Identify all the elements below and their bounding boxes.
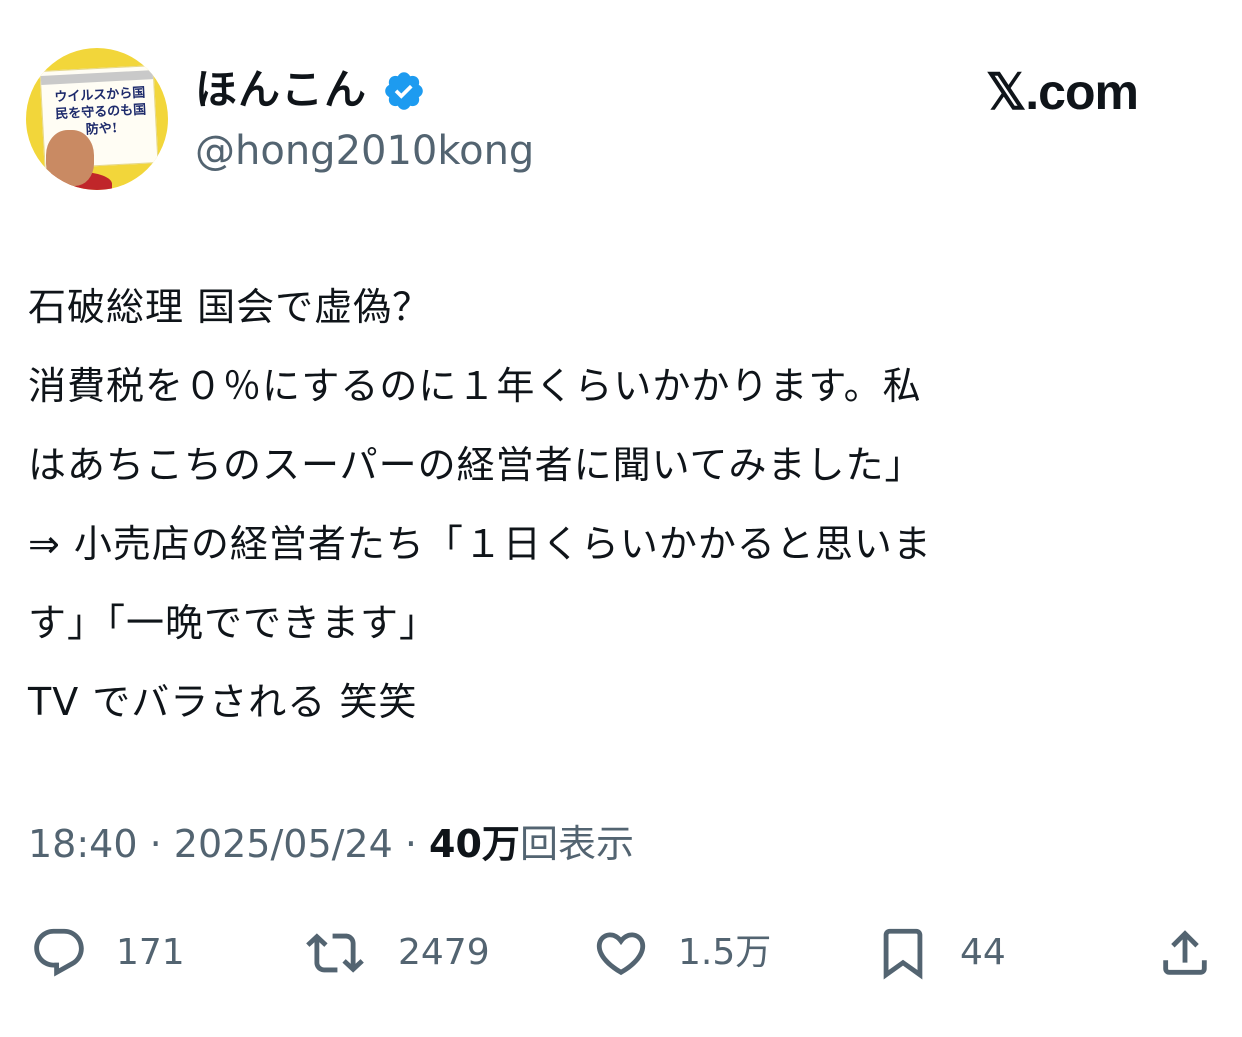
retweet-count: 2479 <box>398 932 490 973</box>
x-brand-logo: 𝕏.com <box>986 64 1139 120</box>
reply-count: 171 <box>116 932 185 973</box>
like-button[interactable]: 1.5万 <box>592 924 792 980</box>
avatar-face <box>46 130 94 186</box>
tweet-line: す」「一晩でできます」 <box>28 601 439 645</box>
user-handle[interactable]: @hong2010kong <box>195 124 534 178</box>
avatar-cover-band <box>40 70 154 85</box>
reply-icon <box>34 928 84 977</box>
meta-separator: · <box>137 822 174 866</box>
avatar[interactable]: ウイルスから国民を守るのも国防や! <box>26 48 168 190</box>
bookmark-count: 44 <box>960 932 1006 973</box>
like-count: 1.5万 <box>678 932 772 973</box>
retweet-icon <box>306 933 364 973</box>
meta-separator: · <box>392 822 430 866</box>
display-name[interactable]: ほんこん <box>195 62 367 118</box>
tweet-line: 石破総理 国会で虚偽？ <box>28 285 432 329</box>
tweet-line: ⇒ 小売店の経営者たち「１日くらいかかると思いま <box>28 522 932 566</box>
views-count: 40万 <box>429 822 520 866</box>
retweet-button[interactable]: 2479 <box>306 924 506 980</box>
share-button[interactable] <box>1156 924 1216 980</box>
views-label: 回表示 <box>519 822 634 866</box>
tweet-time[interactable]: 18:40 <box>28 822 138 866</box>
share-icon <box>1163 930 1207 975</box>
action-bar: 171 2479 1.5万 44 <box>0 916 1242 986</box>
tweet-line: TV でバラされる 笑笑 <box>28 680 418 724</box>
bookmark-icon <box>883 928 923 980</box>
tweet-date[interactable]: 2025/05/24 <box>174 822 393 866</box>
tweet-meta: 18:40 · 2025/05/24 · 40万回表示 <box>28 816 634 872</box>
verified-badge-icon <box>385 72 423 110</box>
tweet-text: 石破総理 国会で虚偽？ 消費税を０％にするのに１年くらいかかります。私 はあちこ… <box>28 268 1218 742</box>
reply-button[interactable]: 171 <box>30 924 190 980</box>
tweet-line: 消費税を０％にするのに１年くらいかかります。私 <box>28 364 922 408</box>
heart-icon <box>596 932 646 976</box>
bookmark-button[interactable]: 44 <box>874 924 1034 980</box>
tweet-line: はあちこちのスーパーの経営者に聞いてみました」 <box>28 443 924 487</box>
